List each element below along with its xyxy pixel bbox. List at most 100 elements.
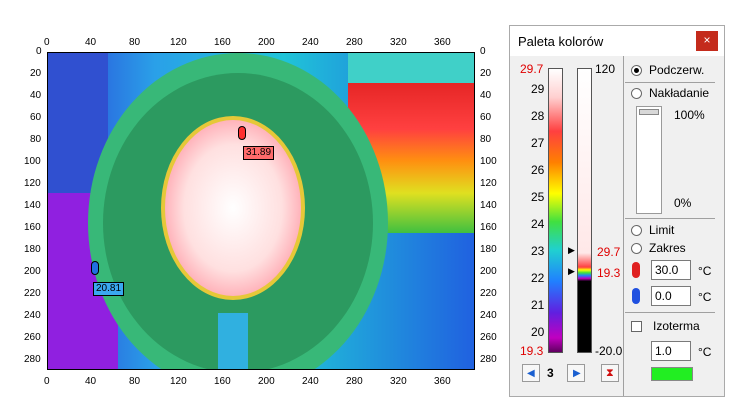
isotherm-checkbox[interactable] — [631, 321, 642, 332]
scale-tick: 29 — [531, 82, 545, 96]
invert-palette-button[interactable]: ⧗ — [601, 364, 619, 382]
y-tick-label: 100 — [24, 156, 41, 167]
y-tick-label: 160 — [24, 222, 41, 233]
palette-title: Paleta kolorów — [518, 34, 604, 49]
marker-label: 20.81 — [93, 282, 125, 296]
y-tick-label: 240 — [480, 310, 497, 321]
triangle-right-icon: ▶ — [573, 368, 581, 379]
y-tick-label: 100 — [480, 156, 497, 167]
y-tick-label: 260 — [480, 332, 497, 343]
scale-tick: 20 — [531, 325, 545, 339]
y-tick-label: 200 — [24, 266, 41, 277]
range-lo-arrow-icon[interactable]: ▶ — [568, 266, 575, 277]
thermal-viewer: 0 40 80 120 160 200 240 280 320 360 0 40… — [0, 0, 505, 403]
prev-palette-button[interactable]: ◀ — [522, 364, 540, 382]
thermometer-cold-icon — [632, 288, 640, 304]
x-tick-label: 240 — [302, 376, 319, 387]
close-button[interactable]: × — [696, 31, 718, 51]
range-lo: 19.3 — [597, 266, 621, 280]
mode-ir-label: Podczerw. — [649, 63, 705, 77]
x-tick-label: 80 — [129, 376, 141, 387]
thermal-image[interactable]: 31.89 20.81 — [47, 52, 475, 370]
x-tick-label: 360 — [434, 37, 451, 48]
x-tick-label: 320 — [390, 376, 407, 387]
range-label: Zakres — [649, 241, 686, 255]
palette-index: 3 — [547, 366, 554, 380]
range-hi: 29.7 — [597, 245, 621, 259]
isotherm-unit: °C — [698, 345, 712, 359]
isotherm-input[interactable]: 1.0 — [651, 341, 691, 361]
close-icon: × — [703, 33, 711, 47]
divider — [625, 82, 715, 83]
mode-overlay-radio[interactable] — [631, 88, 642, 99]
y-tick-label: 200 — [480, 266, 497, 277]
range-radio[interactable] — [631, 243, 642, 254]
x-tick-label: 200 — [258, 37, 275, 48]
mode-ir-radio[interactable] — [631, 65, 642, 76]
scale-tick: 23 — [531, 244, 545, 258]
y-tick-label: 60 — [30, 112, 42, 123]
min-temp-input[interactable]: 0.0 — [651, 286, 691, 306]
x-tick-label: 160 — [214, 37, 231, 48]
y-tick-label: 140 — [480, 200, 497, 211]
mode-overlay-label: Nakładanie — [649, 86, 710, 100]
y-tick-label: 40 — [30, 90, 42, 101]
x-tick-label: 360 — [434, 376, 451, 387]
column-divider — [623, 56, 624, 396]
divider — [625, 312, 715, 313]
scale-tick: 22 — [531, 271, 545, 285]
hourglass-icon: ⧗ — [606, 367, 614, 379]
y-tick-label: 80 — [30, 134, 42, 145]
scale-tick: 24 — [531, 217, 545, 231]
y-tick-label: 20 — [480, 68, 492, 79]
scale-min: 19.3 — [520, 344, 544, 358]
overlay-slider-thumb[interactable] — [639, 109, 659, 115]
y-tick-label: 160 — [480, 222, 497, 233]
divider — [625, 218, 715, 219]
y-tick-label: 240 — [24, 310, 41, 321]
scale-tick: 26 — [531, 163, 545, 177]
thermometer-hot-icon — [632, 262, 640, 278]
y-tick-label: 20 — [30, 68, 42, 79]
isotherm-label: Izoterma — [653, 319, 700, 333]
scale-tick: 27 — [531, 136, 545, 150]
x-tick-label: 40 — [85, 37, 97, 48]
y-tick-label: 220 — [24, 288, 41, 299]
y-tick-label: 40 — [480, 90, 492, 101]
x-tick-label: 200 — [258, 376, 275, 387]
scale-tick: 25 — [531, 190, 545, 204]
range-hi-arrow-icon[interactable]: ▶ — [568, 245, 575, 256]
x-tick-label: 240 — [302, 37, 319, 48]
limit-label: Limit — [649, 223, 675, 237]
isotherm-color-swatch[interactable] — [651, 367, 693, 381]
y-tick-label: 180 — [480, 244, 497, 255]
x-tick-label: 320 — [390, 37, 407, 48]
color-scale-bar — [548, 68, 563, 353]
limit-radio[interactable] — [631, 225, 642, 236]
palette-window: Paleta kolorów × 29.7 29 28 27 26 25 24 … — [509, 25, 725, 397]
overlay-slider[interactable] — [636, 106, 662, 214]
y-tick-label: 220 — [480, 288, 497, 299]
thermal-image-graphic — [48, 53, 474, 369]
temperature-marker[interactable] — [238, 126, 246, 140]
x-tick-label: 280 — [346, 376, 363, 387]
scale-tick: 28 — [531, 109, 545, 123]
y-tick-label: 60 — [480, 112, 492, 123]
range-top: 120 — [595, 62, 616, 76]
temperature-marker[interactable] — [91, 261, 99, 275]
x-tick-label: 40 — [85, 376, 97, 387]
y-tick-label: 120 — [24, 178, 41, 189]
overlay-max: 100% — [674, 108, 705, 122]
y-tick-label: 260 — [24, 332, 41, 343]
full-range-bar — [577, 68, 592, 353]
max-temp-input[interactable]: 30.0 — [651, 260, 691, 280]
next-palette-button[interactable]: ▶ — [567, 364, 585, 382]
marker-label: 31.89 — [243, 146, 275, 160]
palette-titlebar: Paleta kolorów × — [510, 26, 724, 56]
x-tick-label: 120 — [170, 37, 187, 48]
overlay-min: 0% — [674, 196, 692, 210]
y-tick-label: 140 — [24, 200, 41, 211]
x-tick-label: 280 — [346, 37, 363, 48]
y-tick-label: 280 — [480, 354, 497, 365]
scale-max: 29.7 — [520, 62, 544, 76]
